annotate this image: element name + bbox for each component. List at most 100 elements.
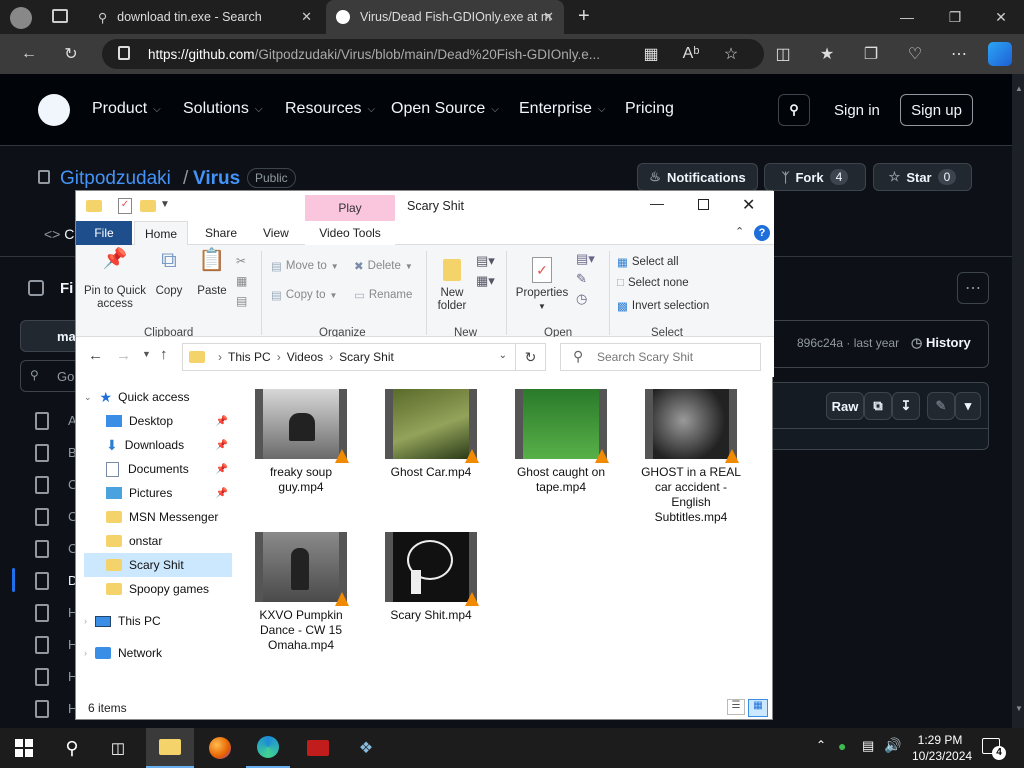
properties-button[interactable]: ✓ Properties ▼ (512, 253, 572, 313)
nav-msn-messenger[interactable]: MSN Messenger (84, 505, 232, 529)
new-folder-button[interactable]: New folder (432, 253, 472, 313)
file-item[interactable]: freaky soup guy.mp4 (246, 389, 356, 495)
file-item[interactable]: Scary Shit.mp4 (376, 532, 486, 623)
tab-search[interactable]: ⚲ download tin.exe - Search ✕ (88, 0, 322, 34)
app-available-icon[interactable]: ▦ (636, 39, 666, 69)
taskbar-app-red[interactable] (296, 728, 340, 768)
nav-documents[interactable]: Documents 📌 (84, 457, 232, 481)
new-tab-button[interactable]: + (578, 5, 590, 28)
breadcrumb-scary-shit[interactable]: Scary Shit (339, 350, 394, 364)
forward-arrow-icon[interactable]: → (116, 347, 131, 364)
recent-locations-icon[interactable]: ▼ (142, 349, 151, 359)
back-arrow-icon[interactable]: ← (14, 39, 44, 69)
go-to-file-input[interactable]: Go (20, 360, 80, 392)
raw-button[interactable]: Raw (826, 392, 864, 420)
file-item[interactable]: Ghost Car.mp4 (376, 389, 486, 480)
breadcrumb-videos[interactable]: Videos (287, 350, 323, 364)
performance-icon[interactable]: ♡ (900, 39, 930, 69)
tab-github[interactable]: Virus/Dead Fish-GDIOnly.exe at m ✕ (326, 0, 564, 34)
nav-this-pc[interactable]: › This PC (84, 609, 232, 633)
chevron-down-icon[interactable]: ▾ (955, 392, 981, 420)
fork-button[interactable]: ᛉ Fork 4 (764, 163, 866, 191)
clock[interactable]: 1:29 PM 10/23/2024 (912, 732, 972, 764)
nav-scary-shit[interactable]: Scary Shit (84, 553, 232, 577)
search-icon[interactable]: ⚲ (50, 728, 94, 768)
clipboard-small-icons[interactable]: ✂ ▦ ▤ (236, 251, 247, 311)
github-logo-icon[interactable] (38, 94, 70, 126)
favorites-icon[interactable]: ★ (812, 39, 842, 69)
user-status-icon[interactable]: ● (838, 738, 846, 754)
favorite-star-icon[interactable]: ☆ (716, 39, 746, 69)
select-all-button[interactable]: ▦ Select all (617, 255, 679, 269)
copy-to-button[interactable]: ▤ Copy to ▼ (271, 288, 337, 302)
file-item[interactable]: Ghost caught on tape.mp4 (506, 389, 616, 495)
minimize-icon[interactable]: — (884, 0, 930, 34)
notifications-button[interactable]: ♨ Notifications (637, 163, 758, 191)
tab-file[interactable]: File (76, 221, 132, 245)
select-none-button[interactable]: □ Select none (617, 277, 689, 289)
tab-view[interactable]: View (263, 221, 289, 245)
details-view-icon[interactable]: ☰ (727, 699, 745, 715)
nav-spoopy-games[interactable]: Spoopy games (84, 577, 232, 601)
close-tab-icon[interactable]: ✕ (543, 9, 554, 25)
nav-downloads[interactable]: ⬇ Downloads 📌 (84, 433, 232, 457)
more-icon[interactable]: ⋯ (944, 39, 974, 69)
pin-to-quick-access-button[interactable]: 📌 Pin to Quick access (82, 249, 148, 311)
close-tab-icon[interactable]: ✕ (301, 9, 312, 25)
sign-in-link[interactable]: Sign in (834, 102, 880, 119)
history-link[interactable]: ◷ History (911, 335, 971, 351)
commit-info[interactable]: 896c24a · last year (797, 336, 899, 350)
nav-resources[interactable]: Resources ⌵ (285, 100, 375, 118)
nav-pictures[interactable]: Pictures 📌 (84, 481, 232, 505)
close-icon[interactable]: ✕ (742, 195, 755, 215)
taskbar-firefox[interactable] (198, 728, 242, 768)
refresh-icon[interactable]: ↻ (516, 343, 546, 371)
side-panel-icon[interactable] (28, 280, 44, 296)
nav-pricing[interactable]: Pricing (625, 100, 674, 118)
open-small-icons[interactable]: ▤▾ ✎ ◷ (576, 249, 595, 309)
breadcrumb-this-pc[interactable]: This PC (228, 350, 271, 364)
page-scrollbar[interactable]: ▲ ▼ (1012, 74, 1024, 728)
search-icon[interactable]: ⚲ (778, 94, 810, 126)
nav-open-source[interactable]: Open Source ⌵ (391, 100, 499, 118)
chevron-down-icon[interactable]: ⌄ (499, 350, 507, 361)
search-input[interactable]: ⚲ Search Scary Shit (560, 343, 761, 371)
invert-selection-button[interactable]: ▩ Invert selection (617, 299, 709, 313)
taskbar-edge[interactable] (246, 728, 290, 768)
nav-quick-access[interactable]: ⌄ ★ Quick access (84, 385, 232, 409)
properties-quick-icon[interactable]: ✓ (118, 198, 132, 214)
nav-desktop[interactable]: Desktop 📌 (84, 409, 232, 433)
collections-icon[interactable]: ❐ (856, 39, 886, 69)
star-button[interactable]: ☆ Star 0 (873, 163, 972, 191)
back-arrow-icon[interactable]: ← (88, 347, 103, 364)
code-tab[interactable]: <> C (44, 226, 74, 242)
customize-quick-access-icon[interactable]: ▼ (160, 199, 170, 210)
taskbar-file-explorer[interactable] (146, 728, 194, 768)
edit-pencil-icon[interactable]: ✎ (927, 392, 955, 420)
copy-icon[interactable]: ⧉ (864, 392, 892, 420)
show-hidden-icons-chevron[interactable]: ⌃ (816, 738, 826, 752)
network-icon[interactable]: ▤ (862, 738, 874, 754)
copy-button[interactable]: ⧉ Copy (153, 249, 185, 298)
tab-actions-icon[interactable] (52, 9, 68, 23)
file-item[interactable]: KXVO Pumpkin Dance - CW 15 Omaha.mp4 (246, 532, 356, 653)
up-arrow-icon[interactable]: ↑ (160, 346, 168, 363)
paste-button[interactable]: 📋 Paste (194, 249, 230, 298)
new-item-icons[interactable]: ▤▾ ▦▾ (476, 251, 495, 291)
read-aloud-icon[interactable]: Aᵇ (676, 39, 706, 69)
sign-up-button[interactable]: Sign up (900, 94, 973, 126)
new-folder-quick-icon[interactable] (140, 200, 156, 212)
collapse-ribbon-icon[interactable]: ⌃ (735, 225, 744, 238)
close-window-icon[interactable]: ✕ (978, 0, 1024, 34)
windows-start-icon[interactable] (2, 728, 46, 768)
profile-avatar[interactable] (10, 7, 32, 29)
nav-solutions[interactable]: Solutions ⌵ (183, 100, 262, 118)
tab-share[interactable]: Share (205, 221, 237, 245)
rename-button[interactable]: ▭ Rename (354, 288, 412, 302)
refresh-icon[interactable]: ↻ (56, 39, 86, 69)
move-to-button[interactable]: ▤ Move to ▼ (271, 259, 339, 273)
repo-owner-link[interactable]: Gitpodzudaki (60, 168, 171, 190)
copilot-icon[interactable] (988, 42, 1012, 66)
file-item[interactable]: GHOST in a REAL car accident - English S… (636, 389, 746, 525)
taskbar-app-tool[interactable]: ❖ (344, 728, 388, 768)
